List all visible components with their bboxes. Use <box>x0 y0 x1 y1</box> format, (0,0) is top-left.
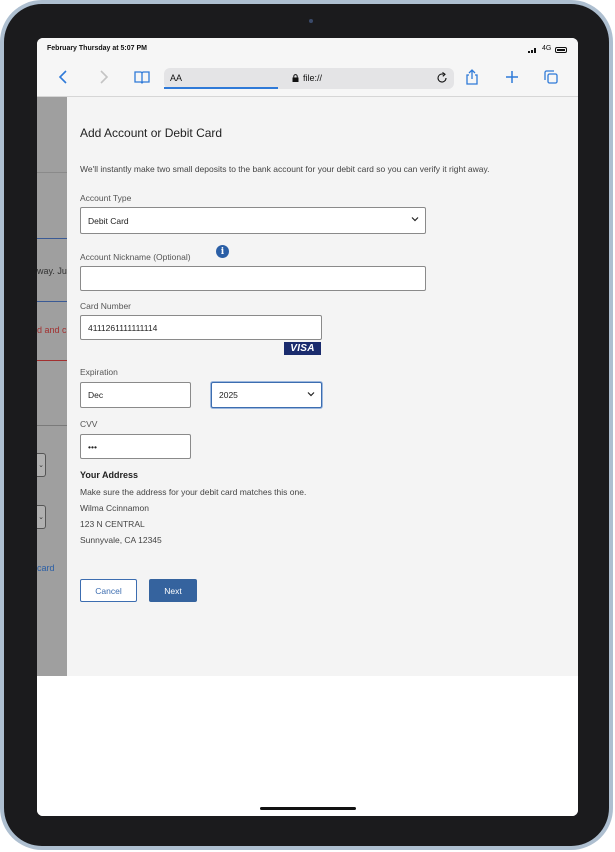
chevron-down-icon <box>307 392 315 397</box>
tabs-button[interactable] <box>540 66 562 88</box>
battery-icon <box>555 47 567 53</box>
reload-icon[interactable] <box>436 72 448 84</box>
share-button[interactable] <box>461 66 483 88</box>
expiration-year-value: 2025 <box>219 390 238 400</box>
dialog-title: Add Account or Debit Card <box>80 126 223 140</box>
next-button[interactable]: Next <box>149 579 197 602</box>
expiration-label: Expiration <box>80 367 118 377</box>
address-heading: Your Address <box>80 470 139 480</box>
cvv-value: ••• <box>88 441 97 452</box>
background-select: ⌄ <box>37 505 46 529</box>
expiration-month-value: Dec <box>88 390 104 400</box>
camera <box>309 19 313 23</box>
address-line2: Sunnyvale, CA 12345 <box>80 535 162 545</box>
nickname-input[interactable] <box>80 266 426 291</box>
lock-icon <box>292 74 299 82</box>
bookmarks-button[interactable] <box>131 66 153 88</box>
forward-button[interactable] <box>92 66 114 88</box>
address-note: Make sure the address for your debit car… <box>80 487 307 497</box>
browser-toolbar: AA file:// <box>37 60 578 97</box>
cancel-button[interactable]: Cancel <box>80 579 137 602</box>
chevron-left-icon <box>58 70 67 84</box>
background-page: way. Ju d and c ⌄ ⌄ card <box>37 97 67 676</box>
account-type-value: Debit Card <box>88 215 129 226</box>
tabs-icon <box>544 70 558 84</box>
plus-icon <box>506 71 518 83</box>
text-size-button[interactable]: AA <box>170 73 182 83</box>
address-bar[interactable]: AA file:// <box>164 68 454 89</box>
divider <box>37 301 67 302</box>
network-type: 4G <box>542 45 552 52</box>
page-load-progress <box>164 87 278 89</box>
background-text: way. Ju <box>37 266 67 276</box>
divider <box>37 172 67 173</box>
screen: February Thursday at 5:07 PM 4G AA file:… <box>37 38 578 816</box>
expiration-month-select[interactable]: Dec <box>80 382 191 408</box>
address-name: Wilma Ccinnamon <box>80 503 149 513</box>
account-type-label: Account Type <box>80 193 132 203</box>
divider <box>37 425 67 426</box>
home-indicator[interactable] <box>260 807 356 810</box>
expiration-year-select[interactable]: 2025 <box>211 382 322 408</box>
back-button[interactable] <box>53 66 75 88</box>
chevron-right-icon <box>100 70 109 84</box>
visa-logo-icon: VISA <box>284 342 321 355</box>
dialog-description: We'll instantly make two small deposits … <box>80 164 490 174</box>
status-time: February Thursday at 5:07 PM <box>47 45 147 52</box>
book-icon <box>134 71 150 84</box>
signal-icon <box>528 47 538 53</box>
cvv-input[interactable]: ••• <box>80 434 191 459</box>
address-line1: 123 N CENTRAL <box>80 519 145 529</box>
info-icon[interactable]: i <box>216 245 229 258</box>
empty-page-area <box>37 676 578 816</box>
background-link: card <box>37 563 55 573</box>
cvv-label: CVV <box>80 419 98 429</box>
new-tab-button[interactable] <box>501 66 523 88</box>
chevron-down-icon <box>411 217 419 222</box>
background-error-text: d and c <box>37 325 67 335</box>
divider <box>37 238 67 239</box>
nickname-label: Account Nickname (Optional) <box>80 252 191 262</box>
card-number-value: 4111261111111114 <box>88 322 158 333</box>
background-select: ⌄ <box>37 453 46 477</box>
card-number-input[interactable]: 4111261111111114 <box>80 315 322 340</box>
error-divider <box>37 360 67 361</box>
status-bar: February Thursday at 5:07 PM 4G <box>37 38 578 60</box>
account-type-select[interactable]: Debit Card <box>80 207 426 234</box>
url-text: file:// <box>303 73 323 83</box>
add-card-dialog: Add Account or Debit Card We'll instantl… <box>67 97 578 676</box>
share-icon <box>466 69 478 85</box>
card-number-label: Card Number <box>80 301 132 311</box>
